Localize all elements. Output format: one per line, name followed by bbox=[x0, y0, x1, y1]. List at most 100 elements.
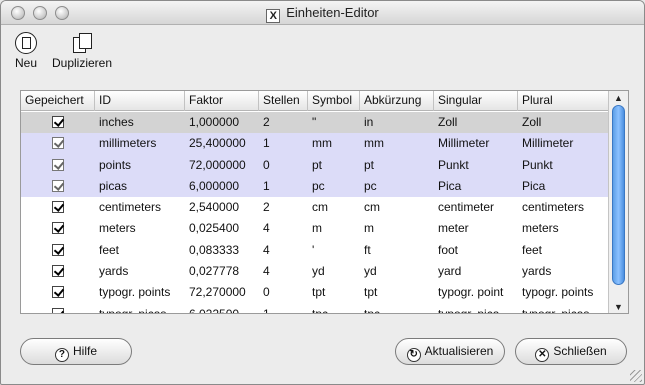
cell-factor: 6,000000 bbox=[189, 178, 240, 193]
cell-plural: meters bbox=[522, 221, 559, 236]
cell-plural: centimeters bbox=[522, 200, 585, 215]
cell-abbreviation: pc bbox=[364, 178, 377, 193]
cell-digits: 4 bbox=[263, 264, 270, 279]
cell-saved bbox=[21, 155, 95, 176]
cell-id: typogr. picas bbox=[99, 306, 167, 314]
table-row[interactable]: feet 0,083333 4 ' ft foot feet bbox=[21, 240, 609, 261]
cell-saved bbox=[21, 282, 95, 303]
saved-checkbox[interactable] bbox=[52, 286, 64, 299]
cell-abbreviation: cm bbox=[364, 200, 380, 215]
column-header-factor[interactable]: Faktor bbox=[185, 91, 259, 111]
cell-singular: Zoll bbox=[438, 115, 458, 129]
table-row[interactable]: yards 0,027778 4 yd yd yard yards bbox=[21, 261, 609, 282]
help-button-label: Hilfe bbox=[72, 344, 97, 358]
saved-checkbox[interactable] bbox=[52, 137, 64, 150]
cell-factor: 0,027778 bbox=[189, 264, 240, 279]
cell-singular: typogr. pica bbox=[438, 306, 500, 314]
cell-abbreviation: tpc bbox=[364, 306, 381, 314]
cell-id: yards bbox=[99, 264, 129, 279]
unit-editor-window: X Einheiten-Editor Neu Duplizieren Gepeic… bbox=[0, 0, 645, 385]
vertical-scrollbar[interactable]: ▲ ▼ bbox=[608, 91, 628, 313]
saved-checkbox[interactable] bbox=[52, 116, 64, 128]
cell-id: inches bbox=[99, 115, 134, 129]
cell-digits: 1 bbox=[263, 306, 270, 314]
close-icon: ✕ bbox=[535, 348, 550, 362]
cell-symbol: yd bbox=[312, 264, 325, 279]
cell-symbol: pc bbox=[312, 178, 325, 193]
cell-abbreviation: tpt bbox=[364, 285, 378, 300]
saved-checkbox[interactable] bbox=[52, 179, 64, 192]
saved-checkbox[interactable] bbox=[52, 158, 64, 171]
cell-abbreviation: m bbox=[364, 221, 374, 236]
column-header-abbreviation[interactable]: Abkürzung bbox=[360, 91, 434, 111]
window-title-wrap: X Einheiten-Editor bbox=[1, 5, 644, 23]
cell-symbol: m bbox=[312, 221, 322, 236]
table-row[interactable]: meters 0,025400 4 m m meter meters bbox=[21, 218, 609, 239]
table-row[interactable]: typogr. picas 6,022500 1 tpc tpc typogr. pica… bbox=[21, 304, 609, 314]
column-header-symbol[interactable]: Symbol bbox=[308, 91, 360, 111]
help-button[interactable]: ? Hilfe bbox=[20, 338, 132, 365]
cell-saved bbox=[21, 176, 95, 197]
saved-checkbox[interactable] bbox=[52, 222, 64, 235]
close-button[interactable]: ✕ Schließen bbox=[515, 338, 627, 365]
saved-checkbox[interactable] bbox=[52, 265, 64, 278]
table-row[interactable]: points 72,000000 0 pt pt Punkt Punkt bbox=[21, 154, 609, 176]
new-button[interactable]: Neu bbox=[12, 32, 40, 70]
saved-checkbox[interactable] bbox=[52, 201, 64, 214]
table-row[interactable]: picas 6,000000 1 pc pc Pica Pica bbox=[21, 175, 609, 198]
cell-digits: 4 bbox=[263, 221, 270, 236]
cell-saved bbox=[21, 240, 95, 261]
cell-digits: 2 bbox=[263, 200, 270, 215]
resize-grip-icon[interactable] bbox=[630, 370, 642, 382]
table-body: inches 1,000000 2 " in Zoll Zoll millimeters 25,… bbox=[21, 112, 609, 314]
title-bar[interactable]: X Einheiten-Editor bbox=[1, 1, 644, 25]
cell-digits: 0 bbox=[263, 285, 270, 300]
column-header-id[interactable]: ID bbox=[95, 91, 185, 111]
new-document-icon bbox=[15, 32, 37, 54]
new-button-label: Neu bbox=[14, 56, 37, 70]
cell-digits: 0 bbox=[263, 157, 270, 172]
refresh-button[interactable]: ↻ Aktualisieren bbox=[395, 338, 505, 365]
saved-checkbox[interactable] bbox=[52, 307, 64, 313]
column-header-singular[interactable]: Singular bbox=[434, 91, 518, 111]
cell-plural: Zoll bbox=[522, 115, 542, 129]
scroll-up-arrow-icon[interactable]: ▲ bbox=[614, 93, 623, 103]
cell-singular: meter bbox=[438, 221, 469, 236]
saved-checkbox[interactable] bbox=[52, 243, 64, 256]
column-header-saved[interactable]: Gepeichert bbox=[21, 91, 95, 111]
cell-singular: Pica bbox=[438, 178, 462, 193]
refresh-icon: ↻ bbox=[406, 348, 421, 362]
table-row[interactable]: typogr. points 72,270000 0 tpt tpt typogr. po… bbox=[21, 282, 609, 303]
cell-singular: Millimeter bbox=[438, 136, 490, 151]
cell-symbol: " bbox=[312, 115, 317, 129]
cell-plural: typogr. points bbox=[522, 285, 594, 300]
cell-singular: foot bbox=[438, 242, 459, 257]
table-row[interactable]: millimeters 25,400000 1 mm mm Millimeter Milli… bbox=[21, 133, 609, 155]
cell-id: points bbox=[99, 157, 132, 172]
cell-symbol: mm bbox=[312, 136, 332, 151]
cell-digits: 1 bbox=[263, 136, 270, 151]
cell-id: feet bbox=[99, 242, 120, 257]
scroll-thumb[interactable] bbox=[612, 105, 625, 285]
table-row[interactable]: centimeters 2,540000 2 cm cm centimeter centim… bbox=[21, 197, 609, 218]
cell-plural: Pica bbox=[522, 178, 546, 193]
scroll-down-arrow-icon[interactable]: ▼ bbox=[614, 302, 623, 312]
cell-factor: 72,000000 bbox=[189, 157, 246, 172]
cell-digits: 1 bbox=[263, 178, 270, 193]
cell-digits: 4 bbox=[263, 242, 270, 257]
units-table[interactable]: Gepeichert ID Faktor Stellen Symbol Abkü… bbox=[20, 90, 629, 314]
cell-saved bbox=[21, 261, 95, 282]
duplicate-button[interactable]: Duplizieren bbox=[47, 32, 117, 70]
cell-digits: 2 bbox=[263, 115, 270, 129]
cell-id: centimeters bbox=[99, 200, 162, 215]
cell-factor: 2,540000 bbox=[189, 200, 240, 215]
duplicate-icon bbox=[71, 32, 93, 54]
cell-singular: typogr. point bbox=[438, 285, 504, 300]
table-row[interactable]: inches 1,000000 2 " in Zoll Zoll bbox=[21, 112, 609, 134]
table-header: Gepeichert ID Faktor Stellen Symbol Abkü… bbox=[21, 91, 609, 111]
cell-id: picas bbox=[99, 178, 128, 193]
cell-saved bbox=[21, 112, 95, 133]
column-header-digits[interactable]: Stellen bbox=[259, 91, 308, 111]
column-header-plural[interactable]: Plural bbox=[518, 91, 609, 111]
cell-singular: centimeter bbox=[438, 200, 495, 215]
